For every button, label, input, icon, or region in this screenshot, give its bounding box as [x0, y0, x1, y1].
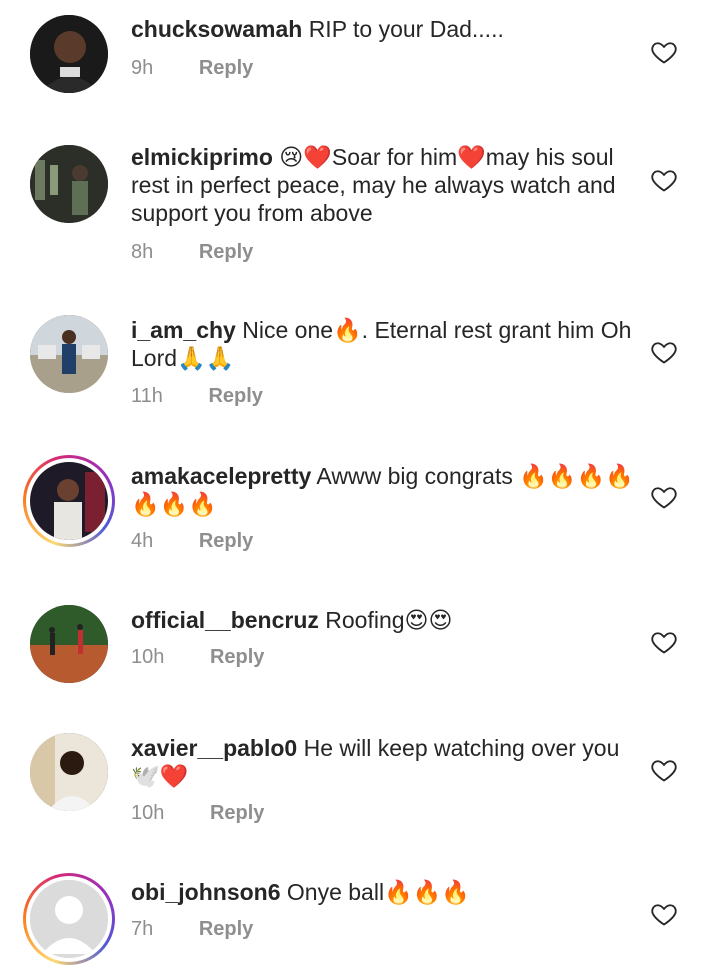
avatar-story-ring[interactable] [23, 873, 115, 965]
heart-outline-icon[interactable] [650, 166, 678, 194]
heart-outline-icon[interactable] [650, 756, 678, 784]
heart-outline-icon[interactable] [650, 628, 678, 656]
avatar[interactable] [30, 315, 108, 393]
comment-meta: 10h Reply [131, 646, 264, 669]
heart-outline-icon[interactable] [650, 900, 678, 928]
reply-button[interactable]: Reply [208, 385, 262, 407]
comment-time: 4h [131, 530, 154, 552]
avatar [30, 462, 108, 540]
avatar [30, 880, 108, 958]
avatar[interactable] [30, 145, 108, 223]
comment-time: 7h [131, 918, 154, 940]
comment-username[interactable]: xavier__pablo0 [131, 735, 297, 761]
comment-text: i_am_chy Nice one🔥. Eternal rest grant h… [131, 316, 641, 372]
comment-meta: 4h Reply [131, 530, 253, 553]
comment-time: 9h [131, 57, 154, 79]
comment-meta: 8h Reply [131, 241, 253, 264]
avatar-story-ring[interactable] [23, 455, 115, 547]
comment-body: Roofing😍😍 [325, 607, 453, 633]
comment-time: 10h [131, 646, 165, 668]
avatar[interactable] [30, 733, 108, 811]
comment-username[interactable]: official__bencruz [131, 607, 319, 633]
comment-meta: 7h Reply [131, 918, 253, 941]
heart-outline-icon[interactable] [650, 338, 678, 366]
reply-button[interactable]: Reply [199, 530, 253, 552]
reply-button[interactable]: Reply [210, 646, 264, 668]
comment-text: amakacelepretty Awww big congrats 🔥🔥🔥🔥🔥🔥… [131, 462, 641, 518]
comment-text: chucksowamah RIP to your Dad..... [131, 15, 641, 43]
reply-button[interactable]: Reply [199, 241, 253, 263]
default-avatar-icon [30, 880, 108, 958]
reply-button[interactable]: Reply [199, 57, 253, 79]
comment-meta: 10h Reply [131, 802, 264, 825]
comment-username[interactable]: amakacelepretty [131, 463, 311, 489]
comment-text: obi_johnson6 Onye ball🔥🔥🔥 [131, 878, 641, 906]
comment-time: 10h [131, 802, 165, 824]
comment-body: Onye ball🔥🔥🔥 [286, 879, 470, 905]
comment-username[interactable]: i_am_chy [131, 317, 236, 343]
comment-username[interactable]: obi_johnson6 [131, 879, 281, 905]
avatar[interactable] [30, 15, 108, 93]
comment-time: 11h [131, 385, 163, 407]
comment-time: 8h [131, 241, 154, 263]
reply-button[interactable]: Reply [210, 802, 264, 824]
comment-username[interactable]: elmickiprimo [131, 144, 273, 170]
heart-outline-icon[interactable] [650, 38, 678, 66]
avatar[interactable] [30, 605, 108, 683]
comment-meta: 9h Reply [131, 57, 253, 80]
comment-text: elmickiprimo 😢❤️Soar for him❤️may his so… [131, 143, 641, 227]
comment-meta: 11h Reply [131, 385, 263, 408]
comment-username[interactable]: chucksowamah [131, 16, 302, 42]
comment-text: official__bencruz Roofing😍😍 [131, 606, 641, 634]
comment-text: xavier__pablo0 He will keep watching ove… [131, 734, 641, 790]
comment-body: RIP to your Dad..... [308, 16, 504, 42]
reply-button[interactable]: Reply [199, 918, 253, 940]
heart-outline-icon[interactable] [650, 483, 678, 511]
